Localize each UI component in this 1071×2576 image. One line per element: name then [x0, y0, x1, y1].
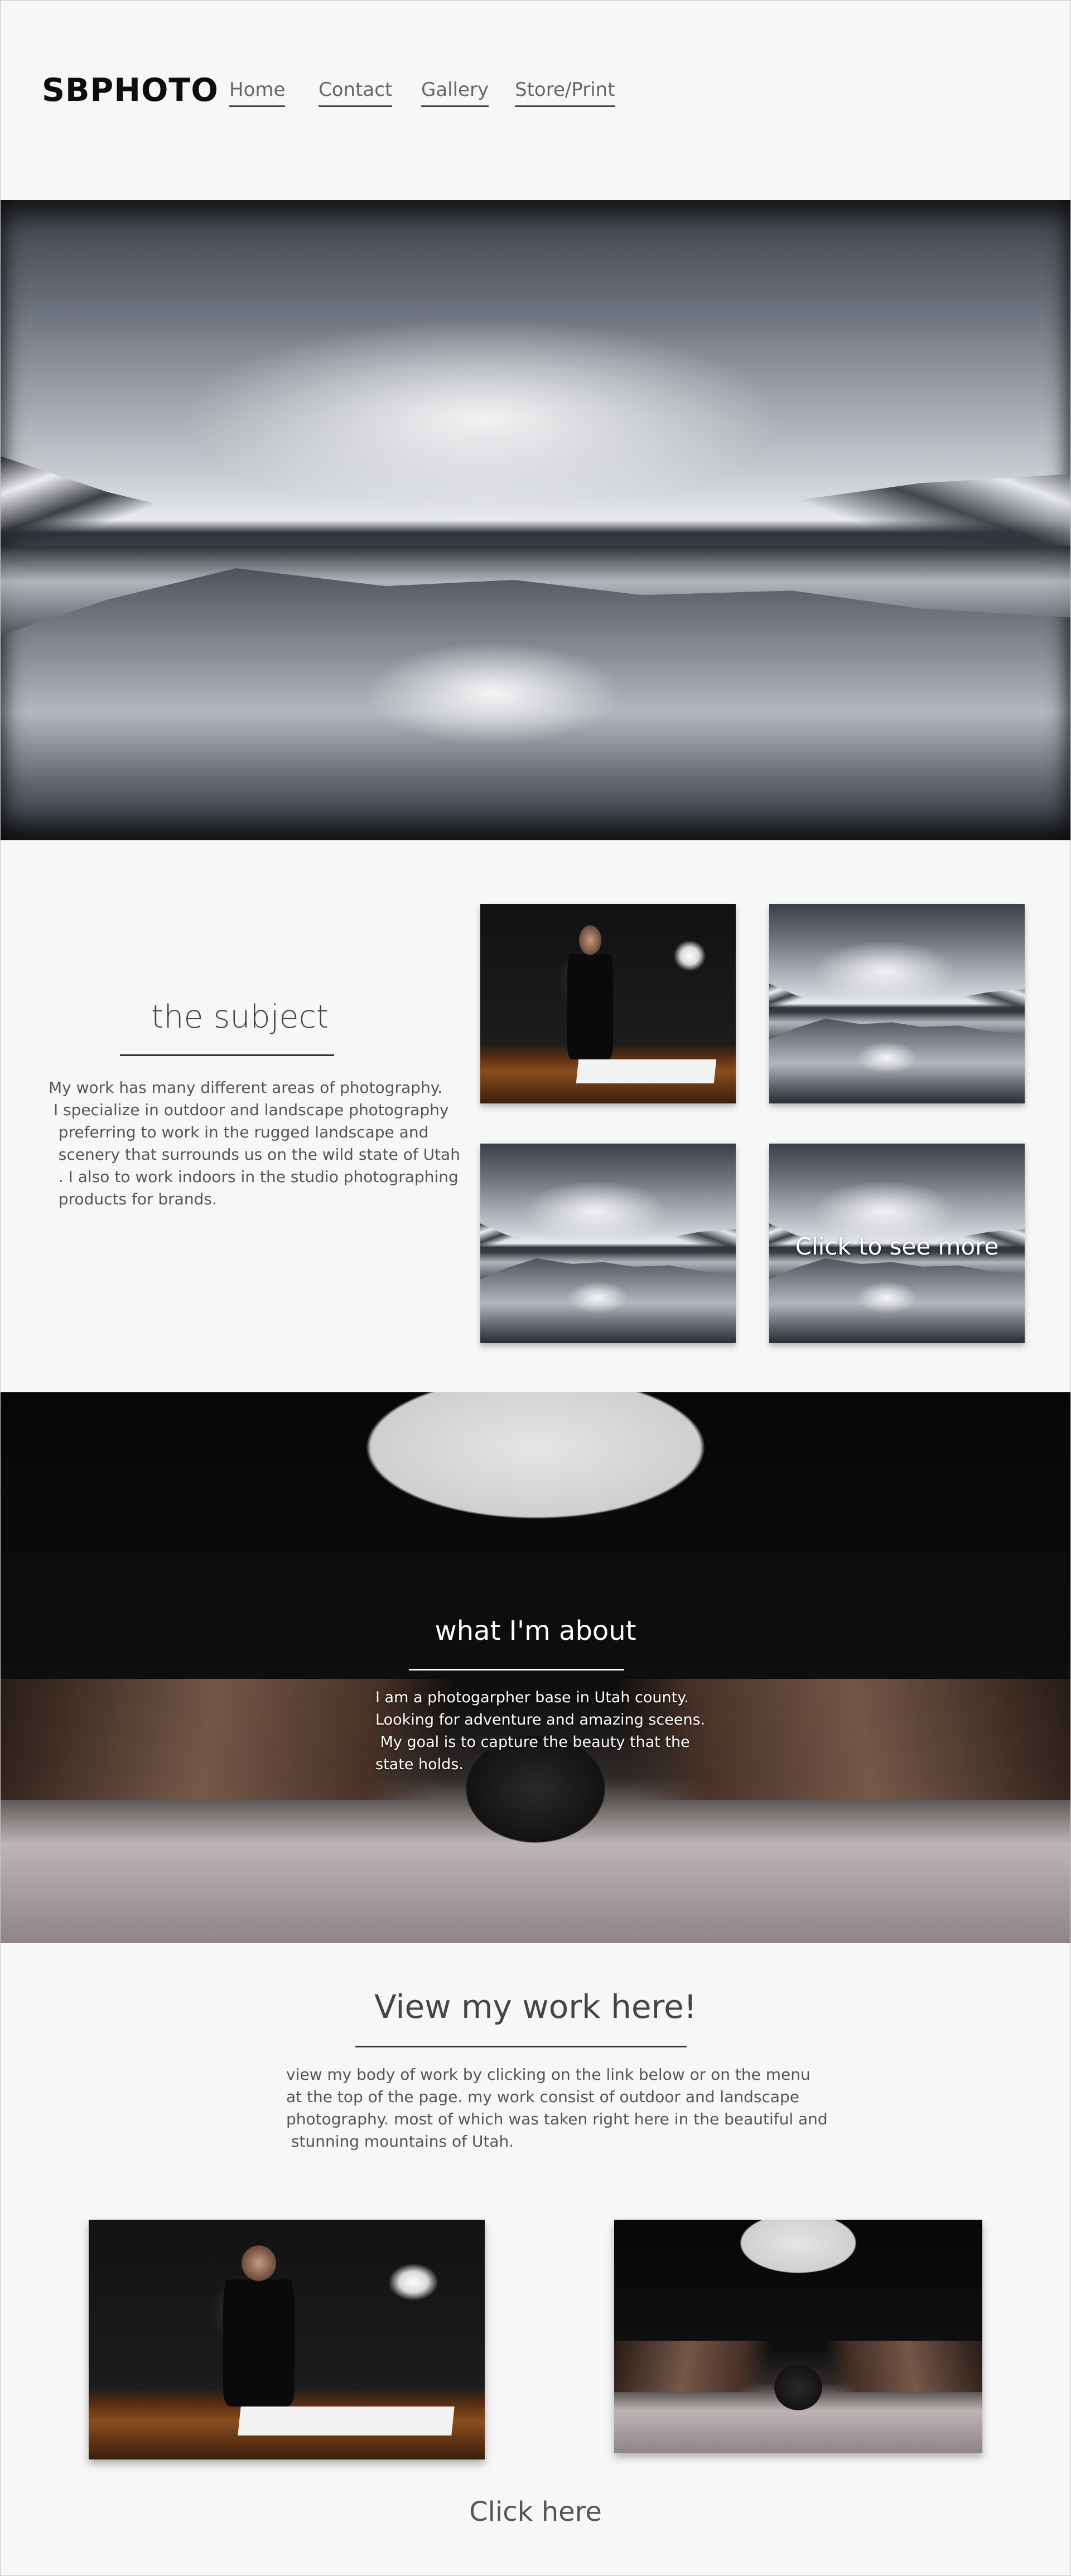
- work-photo-lens-cap[interactable]: [614, 2220, 982, 2453]
- see-more-label: Click to see more: [795, 1233, 999, 1260]
- work-heading-underline: [355, 2046, 687, 2047]
- nav-store-print-link[interactable]: Store/Print: [515, 79, 615, 107]
- about-heading-underline: [409, 1669, 624, 1670]
- page: SBPHOTO Home Contact Gallery Store/Print…: [0, 0, 1071, 2576]
- click-here-link[interactable]: Click here: [1, 2496, 1070, 2527]
- nav-home-link[interactable]: Home: [229, 79, 286, 107]
- subject-heading-underline: [120, 1054, 334, 1056]
- about-paragraph: I am a photogarpher base in Utah county.…: [375, 1689, 706, 1773]
- site-logo[interactable]: SBPHOTO: [42, 72, 219, 109]
- gallery-thumb-lake-2[interactable]: [480, 1144, 736, 1343]
- work-paragraph: view my body of work by clicking on the …: [286, 2065, 828, 2151]
- work-photo-studio[interactable]: [89, 2220, 485, 2459]
- subject-paragraph: My work has many different areas of phot…: [49, 1078, 460, 1208]
- about-heading: what I'm about: [435, 1615, 636, 1647]
- work-heading: View my work here!: [374, 1988, 697, 2026]
- gallery-thumb-see-more[interactable]: Click to see more: [769, 1144, 1025, 1343]
- nav-contact-link[interactable]: Contact: [319, 79, 393, 107]
- nav-gallery-link[interactable]: Gallery: [421, 79, 489, 107]
- subject-heading: the subject: [151, 999, 329, 1035]
- about-background-image: what I'm about I am a photogarpher base …: [1, 1392, 1070, 1943]
- hero-mountain-lake-image: [1, 200, 1070, 840]
- gallery-thumb-studio[interactable]: [480, 904, 736, 1103]
- gallery-thumb-lake-1[interactable]: [769, 904, 1025, 1103]
